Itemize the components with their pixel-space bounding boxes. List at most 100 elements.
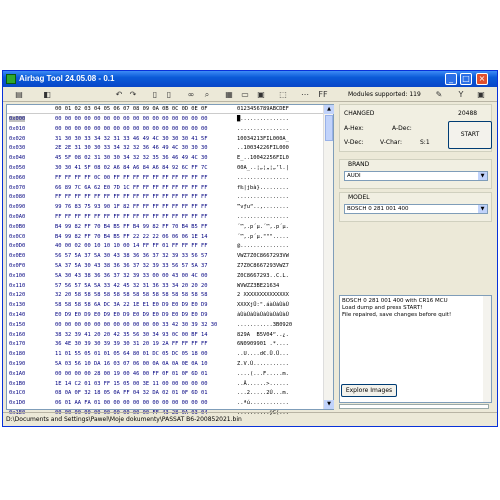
hex-row-bytes: E0 D9 E0 D9 E0 D9 E0 D9 E0 D9 E0 D9 E0 D…	[55, 312, 208, 318]
hex-row[interactable]: 0x100 5A 30 43 38 36 36 37 32 39 33 00 00…	[7, 272, 323, 282]
hex-row-address: 0x000	[9, 116, 26, 122]
hex-row-address: 0x060	[9, 174, 26, 181]
scroll-up-icon[interactable]: ▲	[324, 105, 334, 114]
binoculars-icon[interactable]: ∞	[185, 89, 197, 101]
hex-row-address: 0x030	[9, 145, 26, 152]
hex-row[interactable]: 0x170 36 4E 30 39 30 39 39 30 31 20 19 2A…	[7, 340, 323, 350]
log-line: BOSCH 0 281 001 400 with CR16 MCU	[342, 298, 448, 304]
hex-row-ascii: ..U....d€.Ü.Ü...	[237, 351, 289, 358]
find-icon[interactable]: ⌕	[201, 89, 213, 101]
v-char-label: V-Char:	[380, 139, 402, 146]
hex-row[interactable]: 0x1C0 08 0A 0F 32 18 05 0A FF 04 32 DA 02…	[7, 389, 323, 399]
hex-row[interactable]: 0x0B0 B4 99 82 FF 70 B4 B5 FF B4 99 82 FF…	[7, 223, 323, 233]
status-bar: D:\Documents and Settings\Pawel\Moje dok…	[3, 412, 497, 425]
brand-label: BRAND	[348, 161, 370, 168]
changed-label: CHANGED	[344, 110, 375, 117]
hex-row[interactable]: 0x030 2E 2E 31 30 30 33 34 32 32 36 46 49…	[7, 144, 323, 154]
hex-row-bytes: 99 76 83 75 93 90 1F 82 FF FF FF FF FF F…	[55, 204, 208, 211]
calc-icon[interactable]: ▣	[255, 89, 267, 101]
hex-row-ascii: ™vƒu“..‚........	[237, 204, 289, 211]
page2-icon[interactable]: ▯	[163, 89, 175, 101]
hex-row-bytes: FF FF FF FF FF FF FF FF FF FF FF FF FF F…	[55, 214, 208, 220]
hex-row[interactable]: 0x000 00 00 00 00 00 00 00 00 00 00 00 00…	[7, 115, 323, 125]
hex-row[interactable]: 0x190 5A 03 56 10 DA 16 03 07 06 00 0A 0A…	[7, 360, 323, 370]
hex-row-bytes: 5A 03 56 10 DA 16 03 07 06 00 0A 0A 0A 0…	[55, 361, 208, 367]
brand-select[interactable]: AUDI ▼	[344, 171, 488, 181]
open-folder-icon[interactable]: ▤	[13, 89, 25, 101]
hex-row[interactable]: 0x020 31 30 30 33 34 32 31 33 46 49 4C 30…	[7, 135, 323, 145]
hex-row[interactable]: 0x0C0 B4 99 82 FF 70 B4 B5 FF 22 22 22 06…	[7, 233, 323, 243]
hex-row[interactable]: 0x0A0 FF FF FF FF FF FF FF FF FF FF FF FF…	[7, 213, 323, 223]
selection-icon[interactable]: ⋯	[299, 89, 311, 101]
hex-row[interactable]: 0x140 E0 D9 E0 D9 E0 D9 E0 D9 E0 D9 E0 D9…	[7, 311, 323, 321]
model-select[interactable]: BOSCH 0 281 001 400 ▼	[344, 204, 488, 214]
hex-row[interactable]: 0x120 32 20 58 58 58 58 58 58 58 58 58 58…	[7, 291, 323, 301]
info-icon[interactable]: Y	[455, 89, 467, 101]
exit-icon[interactable]: ▣	[475, 89, 487, 101]
ascii-column-header: 0123456789ABCDEF	[237, 106, 289, 112]
hex-row-ascii: Z.V.Ú...........	[237, 361, 289, 367]
hex-row-address: 0x180	[9, 351, 26, 358]
window-title: Airbag Tool 24.05.08 - 0.1	[19, 74, 115, 83]
hex-editor[interactable]: 00 01 02 03 04 05 06 07 08 09 0A 0B 0C 0…	[6, 104, 334, 416]
hex-row[interactable]: 0x080 FF FF FF FF FF FF FF FF FF FF FF FF…	[7, 193, 323, 203]
hex-row-bytes: 11 01 55 05 01 01 05 64 80 01 DC 05 DC 0…	[55, 351, 208, 358]
hex-row[interactable]: 0x1D0 06 01 AA FA 01 00 00 00 00 00 00 00…	[7, 399, 323, 409]
start-button[interactable]: START	[448, 121, 492, 149]
save-icon[interactable]: ◧	[41, 89, 53, 101]
chevron-down-icon[interactable]: ▼	[478, 205, 487, 213]
hex-row[interactable]: 0x150 00 00 00 00 00 00 00 00 00 00 00 33…	[7, 321, 323, 331]
hex-row[interactable]: 0x040 45 5F 08 02 31 30 30 34 32 32 35 36…	[7, 154, 323, 164]
scroll-thumb[interactable]	[325, 115, 333, 141]
hex-row[interactable]: 0x160 38 32 39 41 20 20 42 35 56 30 34 93…	[7, 331, 323, 341]
redo-icon[interactable]: ↷	[127, 89, 139, 101]
hex-row[interactable]: 0x050 30 30 41 5F 08 02 A6 84 A6 84 A6 84…	[7, 164, 323, 174]
log-scrollbar[interactable]	[483, 296, 491, 402]
modules-supported-label: Modules supported: 119	[348, 91, 421, 98]
hex-row-address: 0x150	[9, 321, 26, 328]
ff-icon[interactable]: FF	[317, 89, 329, 101]
log-line: File repaired, save changes before quit!	[342, 312, 452, 318]
hex-row[interactable]: 0x090 99 76 83 75 93 90 1F 82 FF FF FF FF…	[7, 203, 323, 213]
undo-icon[interactable]: ↶	[113, 89, 125, 101]
hex-row[interactable]: 0x0D0 40 00 02 00 10 10 10 00 14 FF FF 01…	[7, 242, 323, 252]
scroll-down-icon[interactable]: ▼	[324, 400, 334, 409]
hex-row[interactable]: 0x180 11 01 55 05 01 01 05 64 80 01 DC 05…	[7, 350, 323, 360]
hex-row[interactable]: 0x0F0 5A 37 5A 30 43 38 36 36 37 32 39 33…	[7, 262, 323, 272]
hex-row-ascii: ................	[237, 125, 289, 132]
progress-bar	[339, 404, 489, 409]
close-button[interactable]: ×	[476, 73, 488, 85]
hex-row-bytes: 00 00 00 00 00 00 00 00 00 00 00 00 00 0…	[55, 116, 208, 122]
hex-row-address: 0x190	[9, 361, 26, 367]
explore-images-button[interactable]: Explore Images	[341, 384, 397, 397]
hex-row[interactable]: 0x130 58 58 58 58 6A DC 3A 22 1E E1 E0 D9…	[7, 301, 323, 311]
maximize-button[interactable]: □	[460, 73, 472, 85]
hex-row-bytes: 36 4E 30 39 30 39 39 30 31 20 19 2A FF F…	[55, 341, 208, 348]
hex-row-ascii: ................	[237, 174, 289, 181]
hex-row-address: 0x130	[9, 302, 26, 309]
page-icon[interactable]: ▯	[149, 89, 161, 101]
hex-row-address: 0x1D0	[9, 400, 26, 407]
hex-row-bytes: 5A 37 5A 30 43 38 36 36 37 32 39 33 56 5…	[55, 263, 208, 269]
hex-row[interactable]: 0x1B0 1E 14 C2 01 03 FF 15 05 00 3E 11 00…	[7, 380, 323, 390]
minimize-button[interactable]: _	[445, 73, 457, 85]
hex-row[interactable]: 0x070 66 89 7C 6A 62 E0 7D 1C FF FF FF FF…	[7, 184, 323, 194]
vertical-scrollbar[interactable]: ▲ ▼	[323, 105, 334, 409]
v-char-value: S:1	[420, 139, 430, 146]
hex-row[interactable]: 0x0E0 56 57 5A 37 5A 30 43 38 36 36 37 32…	[7, 252, 323, 262]
hex-row[interactable]: 0x110 57 56 57 5A 5A 33 42 45 32 31 36 33…	[7, 282, 323, 292]
hex-row[interactable]: 0x1A0 00 00 00 00 28 00 19 00 46 00 FF 0F…	[7, 370, 323, 380]
hex-row-ascii: f‰|jbà}.........	[237, 184, 289, 191]
hex-row[interactable]: 0x060 FF FF FF FF 0C 00 FF FF FF FF FF FF…	[7, 174, 323, 184]
title-bar[interactable]: Airbag Tool 24.05.08 - 0.1 _ □ ×	[3, 71, 497, 87]
document-icon[interactable]: ▭	[239, 89, 251, 101]
hex-row-bytes: 2E 2E 31 30 30 33 34 32 32 36 46 49 4C 3…	[55, 145, 208, 152]
chevron-down-icon[interactable]: ▼	[478, 172, 487, 180]
hex-row-address: 0x120	[9, 292, 26, 299]
select-icon[interactable]: ⬚	[277, 89, 289, 101]
hex-row-bytes: 57 56 57 5A 5A 33 42 45 32 31 36 33 34 2…	[55, 282, 208, 289]
stack-icon[interactable]: ▦	[223, 89, 235, 101]
hex-row[interactable]: 0x010 00 00 00 00 00 00 00 00 00 00 00 00…	[7, 125, 323, 135]
model-group: MODEL BOSCH 0 281 001 400 ▼	[339, 192, 492, 222]
edit-icon[interactable]: ✎	[433, 89, 445, 101]
